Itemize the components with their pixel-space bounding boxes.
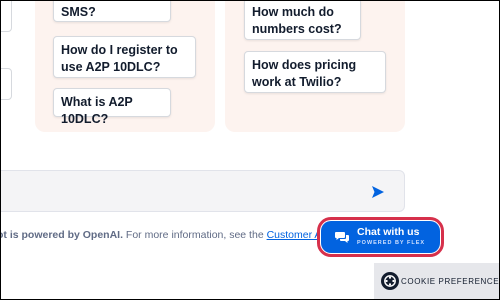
send-button[interactable] [370, 184, 386, 200]
partial-suggestion-chip[interactable] [0, 0, 12, 32]
chat-message-input[interactable] [0, 170, 405, 212]
powered-by-text: ot is powered by OpenAI. [0, 229, 124, 241]
suggestion-label: SMS? [61, 5, 96, 19]
suggestion-chip-what-is-a2p[interactable]: What is A2P 10DLC? [53, 88, 171, 126]
chat-with-us-button[interactable]: Chat with us POWERED BY FLEX [321, 221, 440, 253]
suggestion-chip-sms[interactable]: SMS? [53, 0, 171, 22]
suggestion-label: How do I register to use A2P 10DLC? [61, 43, 178, 74]
send-icon [372, 186, 384, 198]
ai-disclaimer: ot is powered by OpenAI. For more inform… [0, 228, 337, 242]
cookie-preferences-button[interactable]: COOKIE PREFERENCES [374, 263, 500, 300]
info-text: For more information, see the [123, 229, 267, 241]
partial-suggestion-chip[interactable] [0, 68, 12, 100]
suggestion-chip-register-a2p[interactable]: How do I register to use A2P 10DLC? [53, 36, 196, 78]
cookie-icon [381, 272, 399, 290]
chat-bubbles-icon [335, 232, 349, 243]
suggestion-label: How does pricing work at Twilio? [252, 58, 357, 89]
cookie-preferences-label: COOKIE PREFERENCES [401, 277, 500, 286]
suggestion-chip-pricing[interactable]: How does pricing work at Twilio? [244, 51, 386, 93]
suggestion-label: How much do numbers cost? [252, 5, 342, 36]
chat-button-subtitle: POWERED BY FLEX [357, 240, 426, 246]
suggestion-chip-numbers-cost[interactable]: How much do numbers cost? [244, 0, 361, 40]
chat-button-title: Chat with us [357, 226, 420, 238]
